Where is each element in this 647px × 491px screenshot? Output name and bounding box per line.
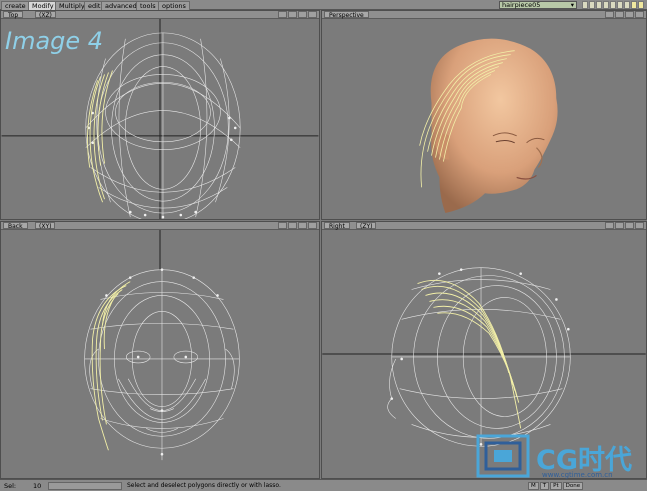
viewport-controls (278, 11, 317, 18)
viewport-name[interactable]: Right (324, 222, 350, 230)
tool-icon[interactable] (617, 1, 623, 9)
shaded-head-render (419, 38, 558, 214)
mode-tab-bar: create Modify Multiply edit advanced too… (0, 0, 647, 10)
tool-icon[interactable] (589, 1, 595, 9)
tool-icon[interactable] (582, 1, 588, 9)
perspective-viewport[interactable]: Perspective (321, 10, 647, 220)
viewport-header: Right (ZY) (322, 222, 646, 230)
current-object-value: hairpiece05 (502, 1, 541, 9)
viewport-name[interactable]: Top (3, 11, 24, 19)
viewport-axis[interactable]: (XZ) (35, 11, 56, 19)
status-hint: Select and deselect polygons directly or… (127, 482, 281, 489)
watermark-url: www.cgtime.com.cn (542, 471, 613, 479)
tool-icon[interactable] (596, 1, 602, 9)
viewport-zoom-icon[interactable] (278, 222, 287, 229)
current-object-select[interactable]: hairpiece05 ▾ (499, 1, 577, 9)
watermark: CG时代 www.cgtime.com.cn (474, 432, 646, 482)
tab-tools[interactable]: tools (136, 1, 160, 10)
tab-advanced[interactable]: advanced (101, 1, 141, 10)
tab-modify[interactable]: Modify (28, 1, 58, 10)
viewport-header: Back (XY) (1, 222, 319, 230)
viewport-rotate-icon[interactable] (298, 11, 307, 18)
selection-field[interactable] (48, 482, 122, 490)
perspective-viewport-canvas[interactable] (322, 19, 646, 219)
tool-icon[interactable] (603, 1, 609, 9)
viewport-name[interactable]: Back (3, 222, 28, 230)
viewport-controls (605, 11, 644, 18)
viewport-pan-icon[interactable] (288, 11, 297, 18)
viewport-zoom-icon[interactable] (605, 11, 614, 18)
viewport-pan-icon[interactable] (288, 222, 297, 229)
viewport-rotate-icon[interactable] (625, 222, 634, 229)
viewport-maximize-icon[interactable] (308, 11, 317, 18)
viewport-rotate-icon[interactable] (298, 222, 307, 229)
tool-icon[interactable] (631, 1, 637, 9)
viewport-zoom-icon[interactable] (278, 11, 287, 18)
viewport-header: Top (XZ) (1, 11, 319, 19)
viewport-maximize-icon[interactable] (635, 222, 644, 229)
selection-label: Sel: (4, 482, 17, 490)
dropdown-arrow-icon: ▾ (570, 1, 574, 9)
back-view-wireframe (84, 230, 240, 461)
tool-icon[interactable] (638, 1, 644, 9)
viewport-name[interactable]: Perspective (324, 11, 369, 19)
viewport-controls (605, 222, 644, 229)
viewport-maximize-icon[interactable] (308, 222, 317, 229)
viewport-pan-icon[interactable] (615, 222, 624, 229)
tool-icon[interactable] (624, 1, 630, 9)
viewport-axis[interactable]: (ZY) (356, 222, 377, 230)
cg-logo-icon (476, 434, 530, 478)
top-viewport[interactable]: Top (XZ) Image 4 (0, 10, 320, 220)
viewport-maximize-icon[interactable] (635, 11, 644, 18)
viewport-pan-icon[interactable] (615, 11, 624, 18)
status-button-t[interactable]: T (539, 482, 550, 490)
image-label: Image 4 (5, 27, 104, 55)
back-viewport[interactable]: Back (XY) (0, 221, 320, 479)
viewport-header: Perspective (322, 11, 646, 19)
viewport-zoom-icon[interactable] (605, 222, 614, 229)
selection-count: 10 (33, 482, 42, 490)
toolbar-icons (582, 1, 644, 9)
status-button-pt[interactable]: Pt (550, 482, 562, 490)
back-viewport-canvas[interactable] (1, 230, 319, 478)
done-button[interactable]: Done (562, 482, 584, 490)
status-button-m[interactable]: M (528, 482, 539, 490)
viewport-controls (278, 222, 317, 229)
status-bar: Sel: 10 Select and deselect polygons dir… (0, 479, 647, 491)
viewport-rotate-icon[interactable] (625, 11, 634, 18)
tab-create[interactable]: create (1, 1, 30, 10)
tab-options[interactable]: options (158, 1, 190, 10)
tool-icon[interactable] (610, 1, 616, 9)
status-buttons: M T Pt Done (528, 482, 584, 490)
viewport-axis[interactable]: (XY) (35, 222, 56, 230)
